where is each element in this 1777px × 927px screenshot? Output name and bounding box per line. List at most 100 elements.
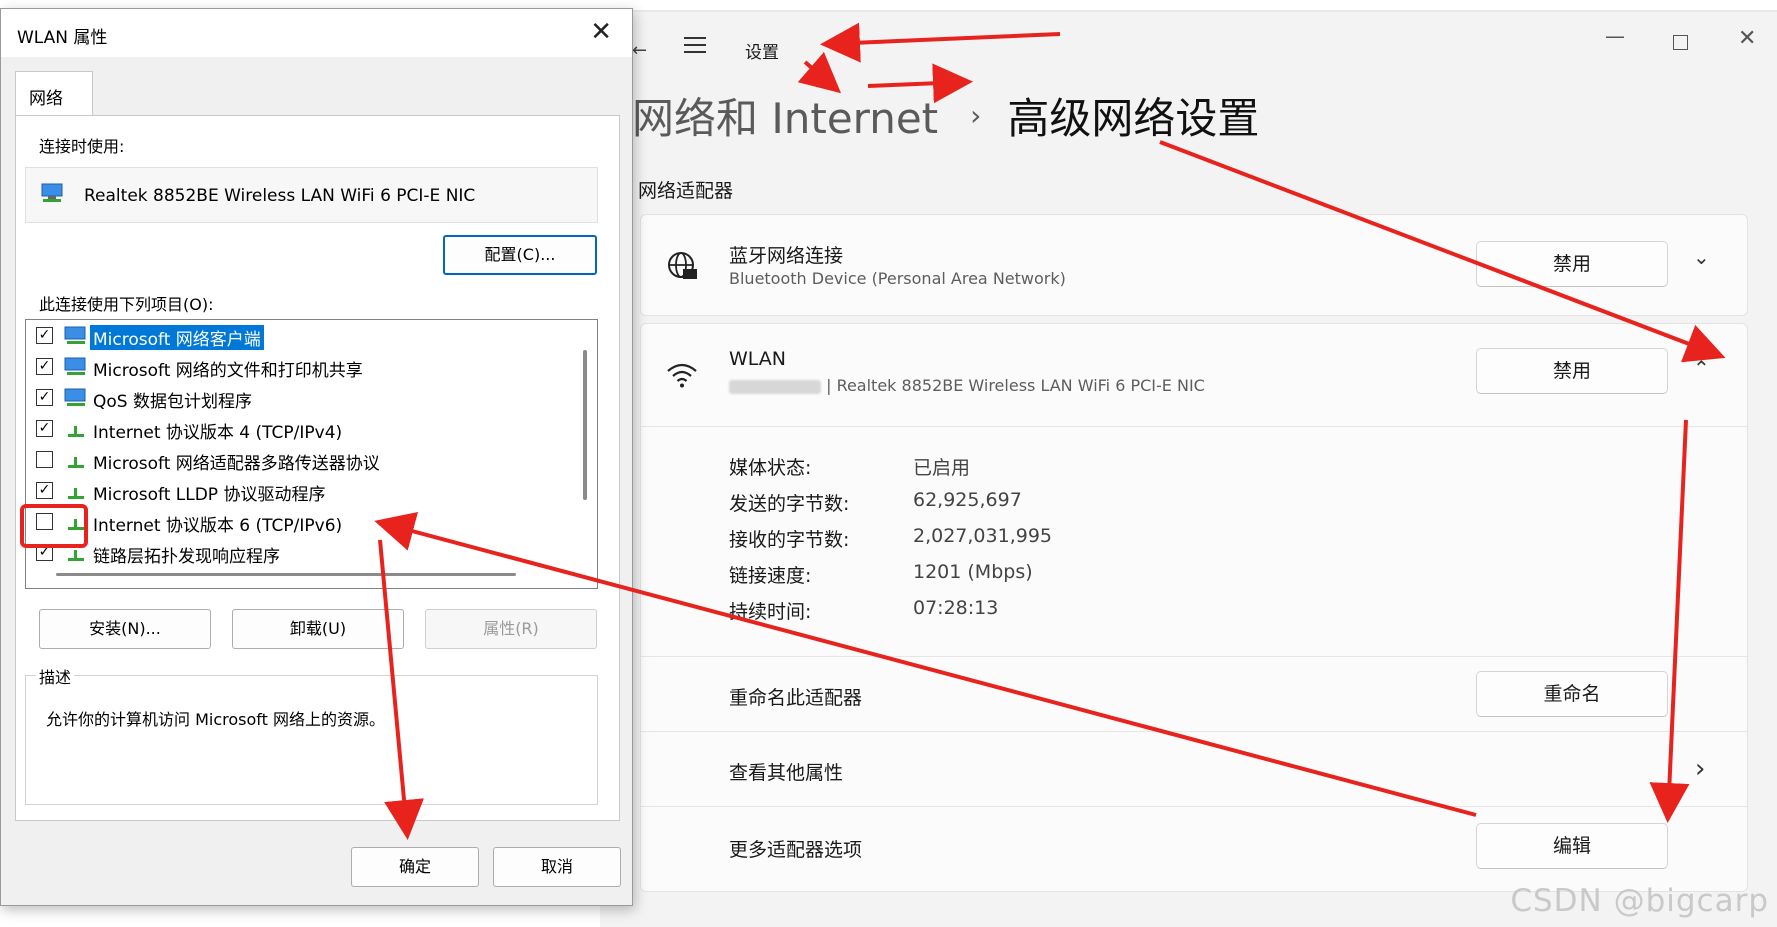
- item-label: Internet 协议版本 6 (TCP/IPv6): [93, 516, 343, 536]
- chevron-down-icon[interactable]: ⌄: [1693, 245, 1710, 269]
- hamburger-menu-icon[interactable]: [684, 37, 706, 55]
- adapter-card-wlan: WLAN | Realtek 8852BE Wireless LAN WiFi …: [640, 323, 1748, 892]
- list-item[interactable]: ✓ Microsoft LLDP 协议驱动程序: [26, 477, 566, 505]
- items-label: 此连接使用下列项目(O):: [39, 295, 214, 314]
- description-text: 允许你的计算机访问 Microsoft 网络上的资源。: [46, 710, 385, 729]
- nic-name: Realtek 8852BE Wireless LAN WiFi 6 PCI-E…: [84, 186, 476, 206]
- vertical-scrollbar[interactable]: [583, 350, 587, 500]
- checkbox-ipv6[interactable]: [36, 513, 53, 530]
- uninstall-button[interactable]: 卸载(U): [232, 609, 404, 649]
- description-legend: 描述: [36, 664, 75, 688]
- window-edge: [600, 10, 1777, 12]
- list-item[interactable]: ✓ 链路层拓扑发现响应程序: [26, 539, 566, 567]
- configure-button[interactable]: 配置(C)...: [443, 235, 597, 275]
- protocol-icon: [68, 457, 84, 468]
- network-client-icon: [64, 388, 86, 406]
- item-label: 链路层拓扑发现响应程序: [93, 547, 280, 567]
- wlan-header-row[interactable]: WLAN | Realtek 8852BE Wireless LAN WiFi …: [641, 324, 1747, 426]
- item-label: Internet 协议版本 4 (TCP/IPv4): [93, 423, 343, 443]
- rename-label: 重命名此适配器: [729, 687, 863, 709]
- rename-button[interactable]: 重命名: [1476, 671, 1668, 717]
- description-group: 描述 允许你的计算机访问 Microsoft 网络上的资源。: [25, 664, 598, 805]
- edit-button[interactable]: 编辑: [1476, 823, 1668, 869]
- more-properties-row[interactable]: 查看其他属性 ›: [641, 731, 1747, 806]
- list-item[interactable]: ✓ Microsoft 网络客户端: [26, 322, 566, 350]
- back-arrow-icon[interactable]: ←: [632, 40, 647, 61]
- disable-bluetooth-button[interactable]: 禁用: [1476, 241, 1668, 287]
- tab-network[interactable]: 网络: [15, 71, 93, 116]
- dialog-title: WLAN 属性: [17, 28, 108, 48]
- list-item[interactable]: ✓ QoS 数据包计划程序: [26, 384, 566, 412]
- connect-using-label: 连接时使用:: [39, 137, 125, 156]
- breadcrumb-chevron-icon: ›: [970, 99, 982, 132]
- protocol-icon: [68, 488, 84, 499]
- prop-value: 2,027,031,995: [913, 525, 1053, 547]
- list-item-ipv6[interactable]: Internet 协议版本 6 (TCP/IPv6): [26, 508, 566, 536]
- properties-button[interactable]: 属性(R): [425, 609, 597, 649]
- disable-wlan-button[interactable]: 禁用: [1476, 348, 1668, 394]
- list-item[interactable]: Microsoft 网络适配器多路传送器协议: [26, 446, 566, 474]
- checkbox[interactable]: [36, 451, 53, 468]
- prop-label: 链接速度:: [729, 565, 812, 587]
- more-adapter-options-row: 更多适配器选项 编辑: [641, 806, 1747, 893]
- wlan-properties: 媒体状态: 已启用 发送的字节数: 62,925,697 接收的字节数: 2,0…: [641, 426, 1747, 656]
- checkbox[interactable]: ✓: [36, 358, 53, 375]
- more-properties-label: 查看其他属性: [729, 762, 844, 784]
- adapter-name: 蓝牙网络连接: [729, 245, 844, 267]
- network-adapter-icon: [41, 183, 63, 202]
- network-client-icon: [64, 326, 86, 344]
- prop-label: 持续时间:: [729, 601, 812, 623]
- adapter-description: | Realtek 8852BE Wireless LAN WiFi 6 PCI…: [729, 376, 1205, 395]
- item-label: Microsoft 网络适配器多路传送器协议: [93, 454, 380, 474]
- breadcrumb: 网络和 Internet › 高级网络设置: [632, 85, 1259, 146]
- components-list[interactable]: ✓ Microsoft 网络客户端 ✓ Microsoft 网络的文件和打印机共…: [25, 319, 598, 589]
- list-item[interactable]: ✓ Internet 协议版本 4 (TCP/IPv4): [26, 415, 566, 443]
- chevron-right-icon[interactable]: ›: [1695, 754, 1705, 784]
- adapter-card-bluetooth[interactable]: 蓝牙网络连接 Bluetooth Device (Personal Area N…: [640, 214, 1748, 316]
- close-icon[interactable]: ✕: [590, 17, 612, 47]
- close-window-button[interactable]: ✕: [1738, 26, 1756, 51]
- network-client-icon: [64, 357, 86, 375]
- section-heading: 网络适配器: [638, 180, 734, 202]
- breadcrumb-parent-link[interactable]: 网络和 Internet: [632, 85, 938, 146]
- adapter-name: WLAN: [729, 348, 787, 370]
- item-label: Microsoft LLDP 协议驱动程序: [93, 485, 326, 505]
- item-label: Microsoft 网络客户端: [90, 325, 264, 350]
- chevron-up-icon[interactable]: ⌃: [1693, 356, 1710, 380]
- checkbox[interactable]: ✓: [36, 420, 53, 437]
- watermark: CSDN @bigcarp: [1510, 883, 1769, 919]
- checkbox[interactable]: ✓: [36, 327, 53, 344]
- rename-adapter-row: 重命名此适配器 重命名: [641, 656, 1747, 731]
- minimize-button[interactable]: —: [1605, 24, 1625, 48]
- nic-display: Realtek 8852BE Wireless LAN WiFi 6 PCI-E…: [25, 167, 598, 223]
- ok-button[interactable]: 确定: [351, 847, 479, 887]
- protocol-icon: [68, 550, 84, 561]
- cancel-button[interactable]: 取消: [493, 847, 621, 887]
- app-title: 设置: [745, 43, 779, 63]
- list-item[interactable]: ✓ Microsoft 网络的文件和打印机共享: [26, 353, 566, 381]
- adapter-description: Bluetooth Device (Personal Area Network): [729, 269, 1066, 288]
- item-label: Microsoft 网络的文件和打印机共享: [93, 361, 363, 381]
- prop-value: 1201 (Mbps): [913, 561, 1033, 583]
- prop-value: 62,925,697: [913, 489, 1022, 511]
- checkbox[interactable]: ✓: [36, 482, 53, 499]
- protocol-icon: [68, 519, 84, 530]
- globe-network-icon: [668, 252, 697, 279]
- horizontal-scrollbar[interactable]: [56, 573, 516, 576]
- checkbox[interactable]: ✓: [36, 389, 53, 406]
- page-title: 高级网络设置: [1007, 94, 1260, 143]
- item-label: QoS 数据包计划程序: [93, 392, 252, 412]
- prop-label: 接收的字节数:: [729, 529, 850, 551]
- install-button[interactable]: 安装(N)...: [39, 609, 211, 649]
- prop-label: 发送的字节数:: [729, 493, 850, 515]
- wifi-icon: [667, 363, 697, 388]
- protocol-icon: [68, 426, 84, 437]
- prop-value: 07:28:13: [913, 597, 999, 619]
- prop-label: 媒体状态:: [729, 457, 812, 479]
- dialog-titlebar: WLAN 属性 ✕: [1, 9, 632, 57]
- prop-value: 已启用: [913, 457, 971, 479]
- maximize-button[interactable]: [1673, 35, 1688, 50]
- wlan-properties-dialog: WLAN 属性 ✕ 网络 连接时使用: Realtek 8852BE Wirel…: [0, 8, 633, 906]
- settings-window: ← 设置 — ✕ 网络和 Internet › 高级网络设置 网络适配器 蓝牙网…: [600, 10, 1777, 927]
- checkbox[interactable]: ✓: [36, 544, 53, 561]
